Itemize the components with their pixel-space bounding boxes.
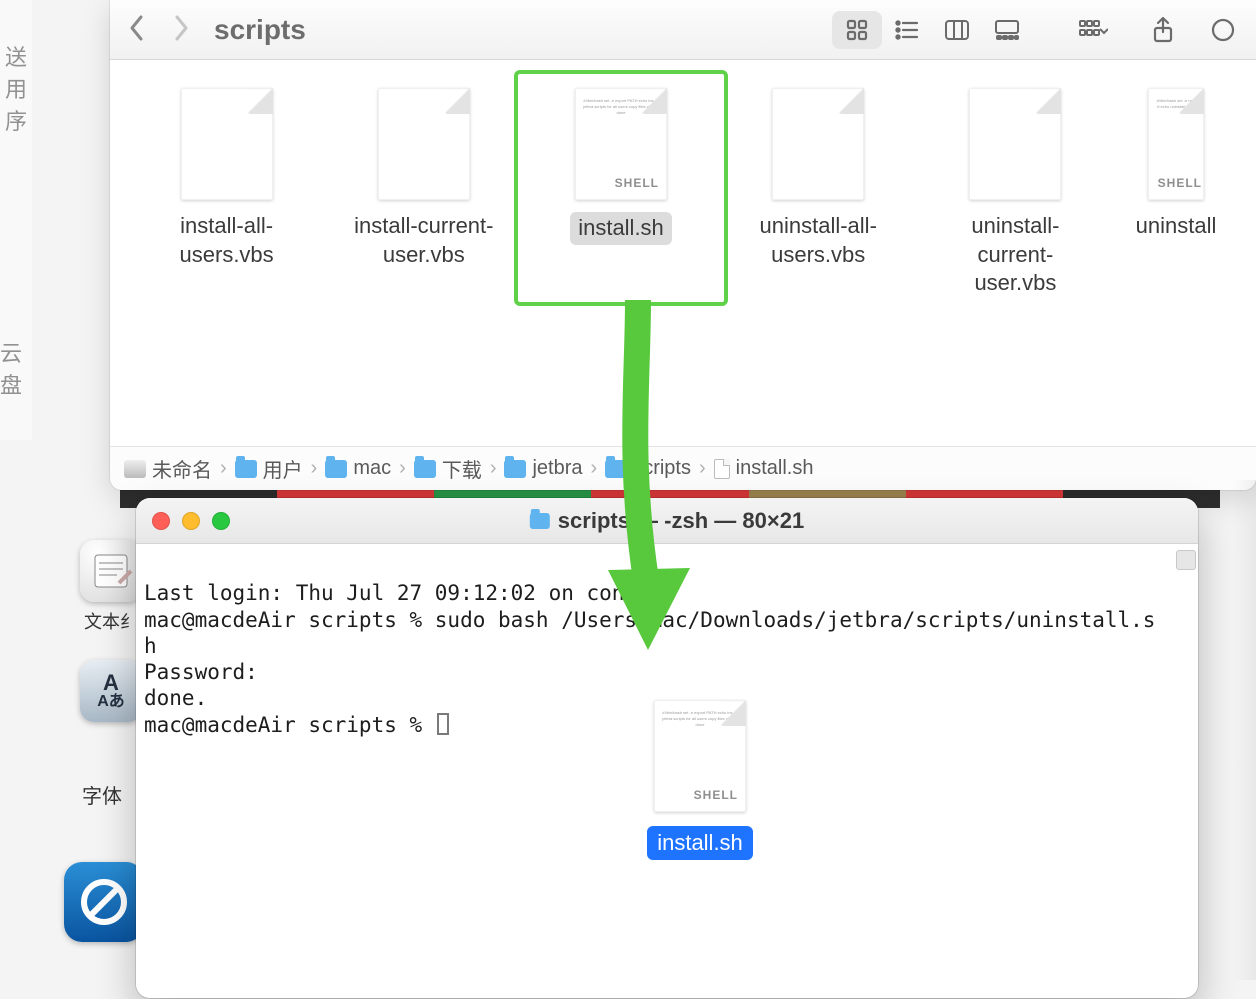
chevron-right-icon: › (220, 457, 227, 480)
view-list-button[interactable] (882, 11, 932, 49)
file-icon (378, 88, 470, 200)
path-segment[interactable]: jetbra (504, 457, 582, 480)
desktop-label: 字体 (82, 780, 122, 809)
folder-icon (530, 513, 550, 529)
chevron-right-icon: › (311, 457, 318, 480)
nav-forward-button[interactable] (172, 14, 190, 46)
path-segment[interactable]: scripts (605, 457, 691, 480)
file-label: uninstall-current-user.vbs (939, 212, 1092, 298)
document-icon (714, 459, 730, 479)
window-zoom-button[interactable] (212, 512, 230, 530)
file-label: uninstall-all-users.vbs (742, 212, 895, 269)
disk-icon (124, 460, 146, 478)
file-item-selected[interactable]: #!/bin/bash set -e export PATH echo inst… (544, 88, 697, 298)
fontbook-icon: A Aあ (80, 660, 142, 722)
path-segment[interactable]: install.sh (714, 457, 814, 480)
share-button[interactable] (1138, 11, 1188, 49)
file-item[interactable]: uninstall-current-user.vbs (939, 88, 1092, 298)
folder-icon (414, 460, 436, 478)
window-minimize-button[interactable] (182, 512, 200, 530)
file-icon (772, 88, 864, 200)
file-item-cropped[interactable]: #!/bin/bash set -e rm -rf echo uninstall… (1136, 88, 1216, 298)
finder-window: scripts (110, 0, 1256, 490)
textedit-icon (80, 540, 142, 602)
file-icon (969, 88, 1061, 200)
view-mode-group (832, 11, 1032, 49)
prohibited-icon (64, 862, 144, 942)
chevron-right-icon: › (699, 457, 706, 480)
path-segment[interactable]: 未命名 (124, 454, 212, 483)
background-fade (1232, 480, 1256, 980)
terminal-titlebar[interactable]: scripts — -zsh — 80×21 (136, 498, 1198, 544)
terminal-title: scripts — -zsh — 80×21 (530, 508, 804, 534)
tags-button[interactable] (1208, 11, 1238, 49)
terminal-cursor (437, 713, 449, 735)
desktop-app-blocker[interactable] (64, 862, 134, 948)
file-item[interactable]: uninstall-all-users.vbs (742, 88, 895, 298)
nav-back-button[interactable] (128, 14, 146, 46)
path-segment[interactable]: 下载 (414, 454, 482, 483)
view-columns-button[interactable] (932, 11, 982, 49)
path-segment[interactable]: 用户 (235, 454, 303, 483)
dragged-file-label: install.sh (647, 826, 753, 860)
finder-path-bar[interactable]: 未命名 › 用户 › mac › 下载 › jetbra › scripts ›… (110, 446, 1256, 490)
dragged-file[interactable]: #!/bin/bash set -e export PATH echo inst… (610, 700, 790, 860)
file-icon (181, 88, 273, 200)
chevron-right-icon: › (399, 457, 406, 480)
finder-file-area[interactable]: install-all-users.vbs install-current-us… (110, 60, 1256, 446)
path-segment[interactable]: mac (325, 457, 391, 480)
view-icons-button[interactable] (832, 11, 882, 49)
folder-icon (325, 460, 347, 478)
scrollbar-thumb[interactable] (1176, 550, 1196, 570)
folder-icon (605, 460, 627, 478)
folder-icon (235, 460, 257, 478)
group-by-button[interactable] (1068, 11, 1118, 49)
file-label: uninstall (1136, 212, 1217, 241)
file-label: install-current-user.vbs (347, 212, 500, 269)
file-item[interactable]: install-all-users.vbs (150, 88, 303, 298)
chevron-right-icon: › (490, 457, 497, 480)
finder-toolbar: scripts (110, 0, 1256, 60)
shell-file-icon: #!/bin/bash set -e export PATH echo inst… (575, 88, 667, 200)
file-label: install.sh (570, 212, 672, 245)
shell-file-icon: #!/bin/bash set -e export PATH echo inst… (654, 700, 746, 812)
chevron-right-icon: › (591, 457, 598, 480)
shell-file-icon: #!/bin/bash set -e rm -rf echo uninstall… (1148, 88, 1204, 200)
view-gallery-button[interactable] (982, 11, 1032, 49)
sidebar-fragment: 送 用 序 云盘 (0, 0, 32, 440)
window-close-button[interactable] (152, 512, 170, 530)
finder-title: scripts (214, 14, 306, 46)
file-label: install-all-users.vbs (150, 212, 303, 269)
folder-icon (504, 460, 526, 478)
file-item[interactable]: install-current-user.vbs (347, 88, 500, 298)
